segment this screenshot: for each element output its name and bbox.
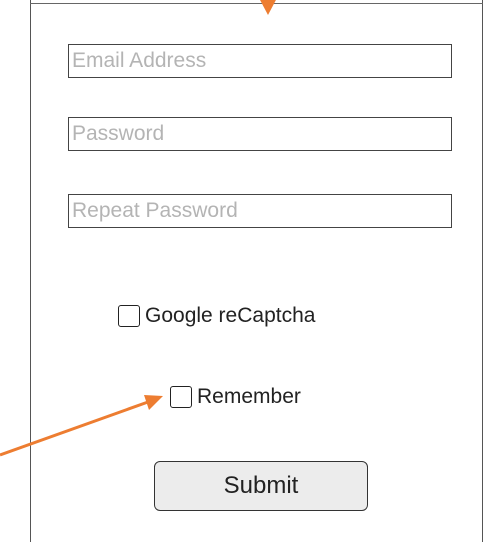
signup-form-mockup: Google reCaptcha Remember Submit xyxy=(0,0,486,542)
remember-checkbox[interactable] xyxy=(170,386,192,408)
submit-button[interactable]: Submit xyxy=(154,461,368,511)
recaptcha-label: Google reCaptcha xyxy=(145,304,316,327)
remember-row: Remember xyxy=(170,384,301,410)
repeat-password-input[interactable] xyxy=(68,194,452,228)
remember-label: Remember xyxy=(197,385,301,408)
recaptcha-checkbox[interactable] xyxy=(118,305,140,327)
form-top-border xyxy=(30,3,483,4)
email-input[interactable] xyxy=(68,44,452,78)
recaptcha-row: Google reCaptcha xyxy=(118,303,315,329)
password-input[interactable] xyxy=(68,117,452,151)
